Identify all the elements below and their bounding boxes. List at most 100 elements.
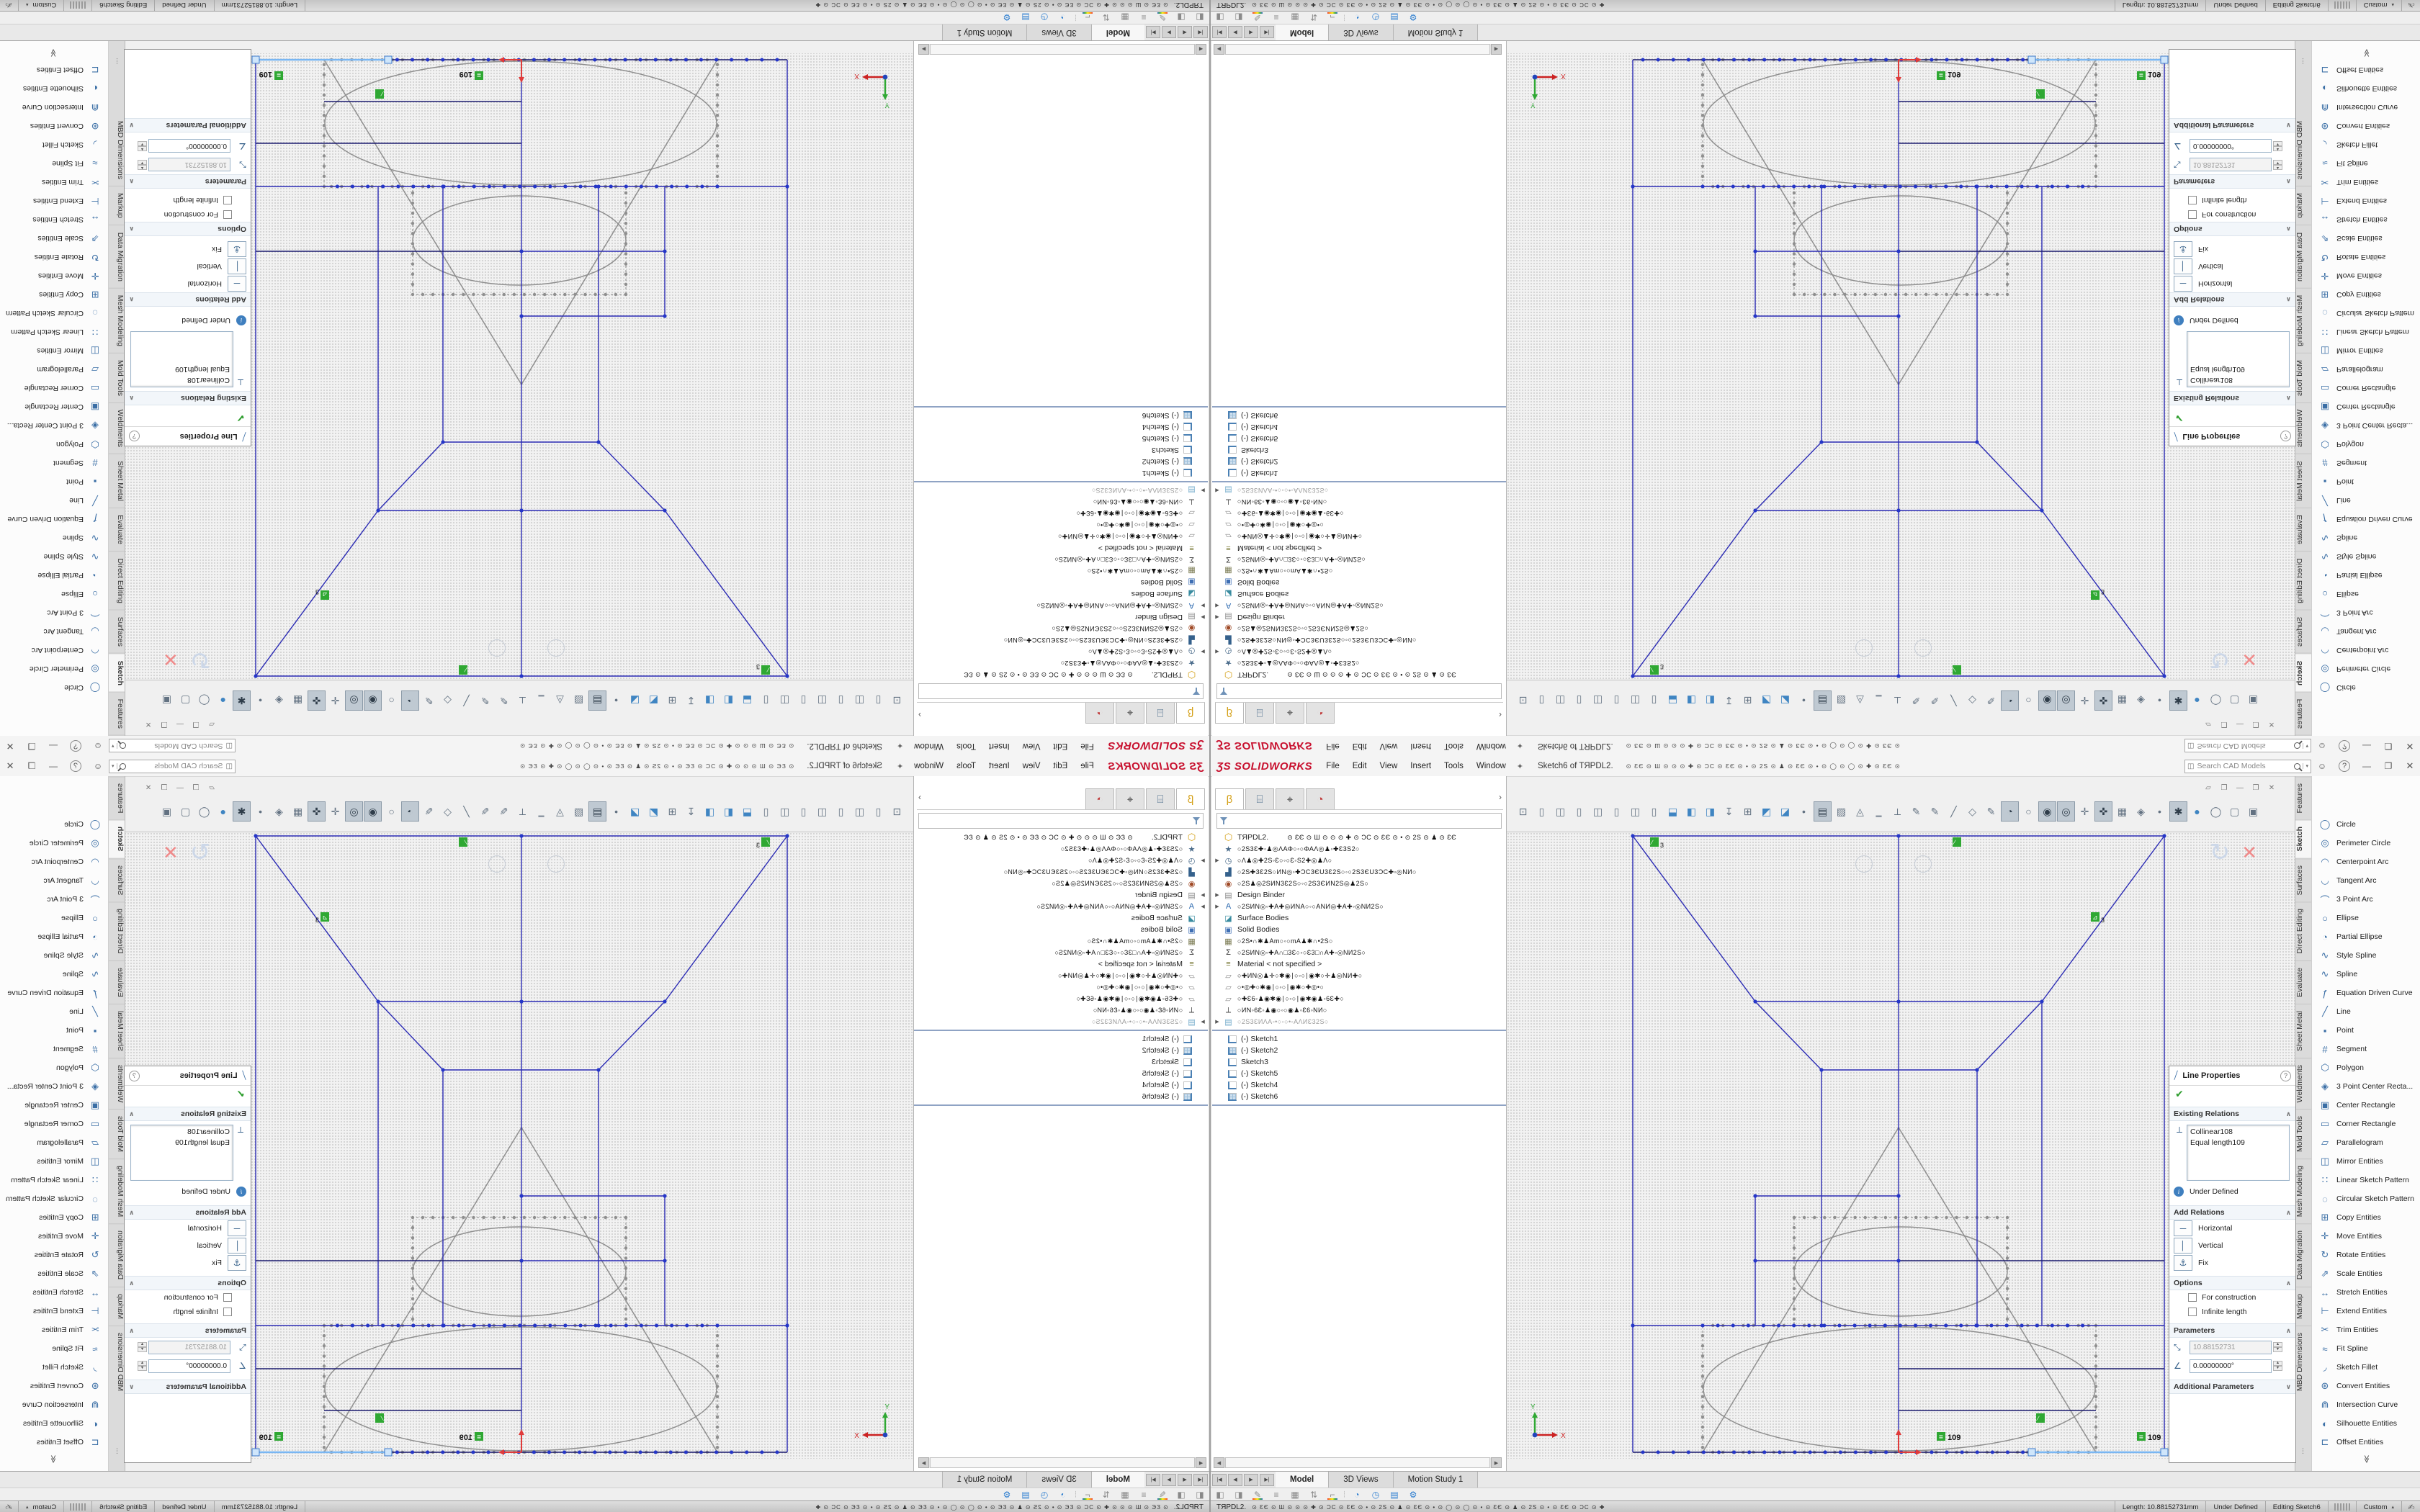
toolbar-icon[interactable]: ◎ xyxy=(2057,801,2075,822)
units-dropdown-icon[interactable]: ▴ xyxy=(2391,2,2394,8)
toolbar-icon[interactable]: ╱ xyxy=(457,690,475,711)
toolbar-icon[interactable]: ✱ xyxy=(2169,801,2187,822)
toolbar-icon[interactable]: ⊞ xyxy=(663,801,681,822)
sketch-tool-item[interactable]: ∿ Spline xyxy=(2312,528,2420,547)
toolbar-icon[interactable]: ◬ xyxy=(551,801,569,822)
add-relation-button[interactable]: ─ Horizontal xyxy=(2169,275,2295,292)
tree-item[interactable]: ▶ ▤ ○2S3ƐИΛΑ◦•○◦○•◦ΑΛИƐ32S○ xyxy=(1212,1016,1506,1027)
panel-help-icon[interactable]: ? xyxy=(2280,431,2291,442)
scrollbar-track[interactable] xyxy=(1225,1457,1490,1468)
expand-arrow-icon[interactable]: ▶ xyxy=(1198,1019,1208,1025)
command-tab[interactable]: Data Migration xyxy=(2295,1223,2311,1286)
lower-toolbar-icon[interactable]: ⚙ xyxy=(998,1490,1016,1500)
document-window-button[interactable]: ❐ xyxy=(158,784,170,792)
sketch-tool-item[interactable]: ○ Ellipse xyxy=(2312,585,2420,603)
lower-toolbar-icon[interactable]: ◷ xyxy=(1035,13,1054,23)
tree-item[interactable]: ▶ ◉ ○2S♟◎2SИN3Ɛ2S○◦○2S3ЄИN2S◎♟2S○ xyxy=(914,623,1208,634)
toolbar-icon[interactable]: ▯ xyxy=(1533,801,1551,822)
tree-horizontal-scrollbar[interactable]: ◀ ▶ xyxy=(1214,44,1502,55)
add-relation-button[interactable]: ⚓ Fix xyxy=(2169,240,2295,258)
document-tab[interactable]: Model xyxy=(1276,1472,1329,1488)
lower-toolbar-icon[interactable]: ⇅ xyxy=(1304,13,1323,23)
toolbar-icon[interactable]: ✎ xyxy=(1926,801,1944,822)
sketch-tool-item[interactable]: ▪ Point xyxy=(0,472,108,491)
relation-item[interactable]: Collinear108 xyxy=(2190,374,2286,385)
units-selector[interactable]: Custom▴ xyxy=(2356,1501,2401,1512)
tree-item[interactable]: ▶ ▤ ○2S3ƐИΛΑ◦•○◦○•◦ΑΛИƐ32S○ xyxy=(914,1016,1208,1027)
tree-item[interactable]: ▶ ▤ Design Binder xyxy=(1212,889,1506,901)
toolbar-icon[interactable]: ✱ xyxy=(233,801,251,822)
lower-toolbar-icon[interactable]: ┊ xyxy=(1072,1491,1078,1498)
lower-toolbar-icon[interactable]: ◧ xyxy=(1191,1490,1209,1500)
toolbar-icon[interactable]: ◔ xyxy=(2001,801,2019,822)
tag-icon[interactable]: ✍ xyxy=(0,1501,19,1512)
tree-item[interactable]: ▶ ◪ Surface Bodies xyxy=(914,588,1208,600)
sketch-tool-item[interactable]: ◐ Silhouette Entities xyxy=(2312,1414,2420,1433)
sketch-tool-item[interactable]: ▣ Center Rectangle xyxy=(2312,397,2420,416)
lower-toolbar-icon[interactable]: ◧ xyxy=(1211,13,1229,23)
tab-nav-button[interactable]: ▶ xyxy=(1162,1474,1176,1486)
document-tab[interactable]: Model xyxy=(1091,1472,1144,1488)
toolbar-icon[interactable]: ◪ xyxy=(1776,801,1794,822)
sketch-tool-item[interactable]: ∷ Linear Sketch Pattern xyxy=(0,1171,108,1189)
sketch-tool-item[interactable]: ◡ Tangent Arc xyxy=(2312,622,2420,641)
menu-item[interactable]: File xyxy=(1074,762,1101,770)
sketch-tree-item[interactable]: (-) Sketch2 xyxy=(1212,456,1506,467)
toolbar-icon[interactable]: ▯ xyxy=(1570,801,1588,822)
add-relation-button[interactable]: ─ Horizontal xyxy=(125,1220,251,1237)
length-field[interactable]: 10.88152731 xyxy=(148,158,230,172)
tree-item[interactable]: ▶ ▣ Solid Bodies xyxy=(1212,924,1506,935)
command-tab[interactable]: Weldments xyxy=(2295,403,2311,454)
tree-item[interactable]: ▶ A ○2SИN◎◦✚A✚◎ИNΑ○◦○ΑNИ◎✚A✚◦◎NИ2S○ xyxy=(914,600,1208,611)
sketch-tool-item[interactable]: ∿ Style Spline xyxy=(2312,946,2420,965)
toolbar-icon[interactable]: ◇ xyxy=(1963,801,1981,822)
toolbar-icon[interactable]: ▯ xyxy=(794,801,812,822)
toolbar-icon[interactable]: ✎ xyxy=(495,690,513,711)
sketch-tool-item[interactable]: ⊛ Convert Entities xyxy=(0,1377,108,1395)
sketch-tool-item[interactable]: ▭ Corner Rectangle xyxy=(0,1115,108,1133)
spinner[interactable]: ▲▼ xyxy=(138,1361,147,1371)
close-button[interactable]: ✕ xyxy=(0,740,21,752)
feature-manager-tab[interactable]: ⌸ xyxy=(1245,703,1274,724)
relation-item[interactable]: Equal length109 xyxy=(134,1138,230,1148)
tree-item[interactable]: ▶ ▱ ○•◎✚○✱◉∣○◦○∣◉✱○✚◎•○ xyxy=(914,519,1208,531)
sketch-tool-item[interactable]: ✛ Move Entities xyxy=(0,266,108,285)
sketch-tool-item[interactable]: ⋒ Intersection Curve xyxy=(0,98,108,117)
minimize-button[interactable]: — xyxy=(2356,761,2378,771)
sketch-tool-item[interactable]: ⊞ Copy Entities xyxy=(2312,1208,2420,1227)
lower-toolbar-icon[interactable]: ◷ xyxy=(1035,1490,1054,1500)
sketch-tool-item[interactable]: ↻ Rotate Entities xyxy=(0,1246,108,1264)
lower-toolbar-icon[interactable]: ▦ xyxy=(1286,1490,1304,1500)
expand-panel-icon[interactable]: › xyxy=(1499,710,1505,720)
lower-toolbar-icon[interactable]: ◨ xyxy=(1172,1490,1191,1500)
sketch-tool-item[interactable]: ◎ Perimeter Circle xyxy=(0,660,108,678)
tree-root-item[interactable]: ⬡ TЯPDL2. ⊙ ƐЄ ⊙ Ш ⊙ ⊙ ⊙ ✚ ⊙ ƆC ⊙ ƐЄ ⊙ •… xyxy=(1212,669,1506,680)
lower-toolbar-icon[interactable]: ┊ xyxy=(1342,1491,1348,1498)
command-tab[interactable]: Evaluate xyxy=(109,508,125,552)
menu-item[interactable]: File xyxy=(1319,742,1346,750)
toolbar-icon[interactable]: ▯ xyxy=(832,801,850,822)
document-window-button[interactable]: ❐ xyxy=(2218,720,2230,728)
sketch-tool-item[interactable]: ⊏ Offset Entities xyxy=(2312,1433,2420,1452)
checkbox[interactable] xyxy=(2188,210,2197,219)
tree-item[interactable]: ▶ Σ ○2SИN◎◦✚A∩□3Ɛ○◦○Ɛ3□∩A✚◦◎NИ2S○ xyxy=(1212,554,1506,565)
command-tab[interactable]: Features xyxy=(109,776,125,819)
menu-item[interactable]: Insert xyxy=(1404,762,1438,770)
toolbar-icon[interactable]: ▨ xyxy=(1832,690,1850,711)
toolbar-icon[interactable]: ◈ xyxy=(2132,690,2150,711)
collapse-icon[interactable]: ∧ xyxy=(129,225,134,233)
document-tab[interactable]: 3D Views xyxy=(1026,1472,1090,1488)
sketch-tool-item[interactable]: ◈ 3 Point Center Recta... xyxy=(0,416,108,435)
lower-toolbar-icon[interactable]: ≡ xyxy=(1267,13,1286,23)
sketch-tool-item[interactable]: ▣ Center Rectangle xyxy=(0,1096,108,1115)
toolbar-icon[interactable]: ◪ xyxy=(626,690,644,711)
checkbox[interactable] xyxy=(223,210,232,219)
command-tab[interactable]: Surfaces xyxy=(109,858,125,901)
tree-item[interactable]: ▶ A ○2SИN◎◦✚A✚◎ИNΑ○◦○ΑNИ◎✚A✚◦◎NИ2S○ xyxy=(914,901,1208,912)
toolbar-icon[interactable]: ▣ xyxy=(158,690,176,711)
units-dropdown-icon[interactable]: ▴ xyxy=(2391,1504,2394,1510)
tree-item[interactable]: ▶ ▦ ○2S•∩✱♟Am○◦○mA♟✱∩•2S○ xyxy=(1212,935,1506,947)
close-button[interactable]: ✕ xyxy=(0,760,21,772)
feature-manager-tab[interactable]: ⌖ xyxy=(1276,788,1304,809)
sketch-tool-item[interactable]: ⊏ Offset Entities xyxy=(2312,60,2420,79)
